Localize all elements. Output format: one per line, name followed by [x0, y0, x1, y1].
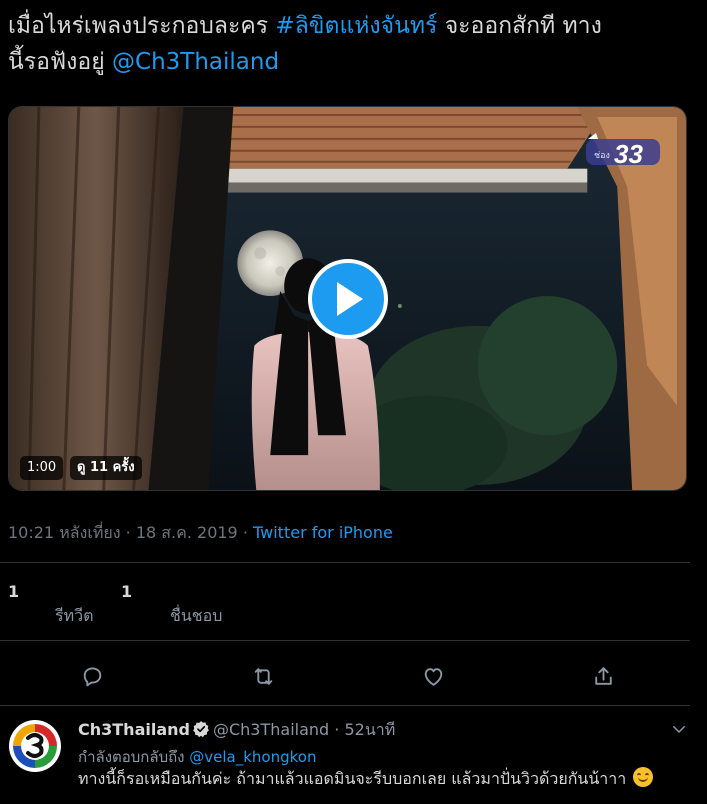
retweets-count[interactable]: 1 [8, 582, 19, 601]
tweet-text-part2: จะออกสักที ทาง [437, 13, 602, 39]
reply-icon [83, 666, 101, 686]
video-view-count: ดู 11 ครั้ง [70, 456, 142, 480]
chevron-down-icon[interactable] [670, 720, 688, 738]
replying-to: กำลังตอบกลับถึง @vela_khongkon [78, 745, 316, 769]
tweet-text-line2: นี้รอฟังอยู่ [8, 49, 113, 75]
reply-separator: · [334, 720, 340, 739]
reply-author-handle[interactable]: @Ch3Thailand [213, 720, 329, 739]
divider [0, 640, 690, 641]
smiling-face-emoji-icon [633, 767, 654, 787]
video-duration: 1:00 [20, 456, 64, 480]
tweet-date[interactable]: 18 ส.ค. 2019 [136, 523, 238, 542]
like-icon [424, 667, 442, 686]
reply-header: Ch3Thailand @Ch3Thailand · 52นาที [78, 718, 395, 743]
reply-time[interactable]: 52นาที [344, 720, 395, 739]
meta-separator: · [125, 523, 131, 542]
channel-3-logo: ช่อง 33 [586, 133, 660, 169]
meta-separator: · [242, 523, 248, 542]
mention-link[interactable]: @Ch3Thailand [112, 49, 279, 75]
retweets-label[interactable]: รีทวีต [55, 604, 94, 629]
share-icon [594, 666, 612, 685]
verified-badge-icon [193, 721, 209, 738]
ch3-logo-icon [11, 722, 59, 770]
tweet-text: เมื่อไหร่เพลงประกอบละคร #ลิขิตแห่งจันทร์… [8, 8, 698, 80]
tweet-meta: 10:21 หลังเที่ยง · 18 ส.ค. 2019 · Twitte… [8, 521, 393, 546]
replying-to-label: กำลังตอบกลับถึง [78, 748, 190, 766]
retweet-button[interactable] [247, 660, 279, 692]
reply-text: ทางนี้ก็รอเหมือนกันค่ะ ถ้ามาแล้วแอดมินจะ… [78, 767, 654, 792]
likes-count[interactable]: 1 [121, 582, 132, 601]
avatar[interactable] [9, 720, 61, 772]
share-button[interactable] [587, 660, 619, 692]
reply-button[interactable] [76, 660, 108, 692]
likes-label[interactable]: ชื่นชอบ [170, 604, 222, 629]
replying-to-link[interactable]: @vela_khongkon [189, 748, 316, 766]
reply-body: ทางนี้ก็รอเหมือนกันค่ะ ถ้ามาแล้วแอดมินจะ… [78, 769, 632, 788]
video-player[interactable]: ช่อง 33 1:00 ดู 11 ครั้ง [8, 106, 687, 491]
hashtag-link[interactable]: #ลิขิตแห่งจันทร์ [275, 13, 437, 39]
channel-badge-prefix: ช่อง [594, 150, 610, 160]
retweet-icon [254, 667, 272, 685]
like-button[interactable] [417, 660, 449, 692]
tweet-text-part1: เมื่อไหร่เพลงประกอบละคร [8, 13, 276, 39]
channel-badge-number: 33 [614, 139, 643, 169]
reply-tweet[interactable]: Ch3Thailand @Ch3Thailand · 52นาที กำลังตอ… [0, 706, 707, 804]
play-icon [337, 282, 363, 316]
reply-author-name[interactable]: Ch3Thailand [78, 720, 190, 739]
divider [0, 562, 690, 563]
tweet-time[interactable]: 10:21 หลังเที่ยง [8, 523, 121, 542]
play-button[interactable] [308, 259, 388, 339]
tweet-source-link[interactable]: Twitter for iPhone [253, 523, 393, 542]
